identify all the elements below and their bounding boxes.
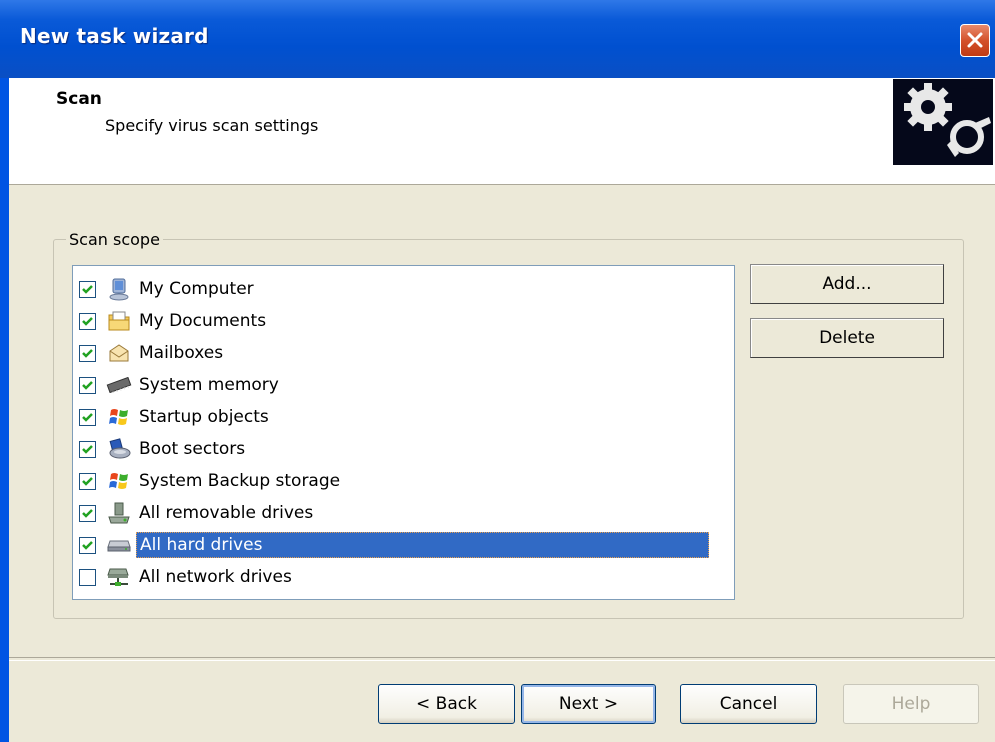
- checkmark-icon: [82, 316, 93, 326]
- list-item-all-network-drives[interactable]: All network drives: [79, 562, 295, 592]
- network-drive-icon: [106, 564, 132, 590]
- footer-divider: [9, 657, 995, 661]
- checkmark-icon: [82, 540, 93, 550]
- help-button[interactable]: Help: [843, 684, 979, 724]
- windows-flag-icon: [106, 468, 132, 494]
- checkbox[interactable]: [79, 504, 96, 522]
- list-item-all-hard-drives[interactable]: All hard drives: [79, 530, 709, 560]
- page-subtitle: Specify virus scan settings: [105, 116, 319, 135]
- window-title: New task wizard: [20, 24, 209, 48]
- list-item-system-memory[interactable]: System memory: [79, 370, 282, 400]
- hard-drive-icon: [106, 532, 132, 558]
- close-button[interactable]: [960, 24, 990, 57]
- checkmark-icon: [82, 284, 93, 294]
- checkbox[interactable]: [79, 280, 96, 298]
- delete-button[interactable]: Delete: [750, 318, 944, 358]
- checkbox[interactable]: [79, 472, 96, 490]
- boot-sector-icon: [106, 436, 132, 462]
- gears-icon: [893, 79, 993, 165]
- list-item-label: Mailboxes: [139, 343, 224, 363]
- removable-drive-icon: [106, 500, 132, 526]
- memory-chip-icon: [106, 372, 132, 398]
- back-button[interactable]: < Back: [378, 684, 515, 724]
- list-item-label: System Backup storage: [139, 471, 341, 491]
- checkmark-icon: [82, 508, 93, 518]
- list-item-label: Startup objects: [139, 407, 269, 427]
- list-item-mailboxes[interactable]: Mailboxes: [79, 338, 226, 368]
- list-item-label: All network drives: [139, 567, 292, 587]
- title-bar[interactable]: New task wizard: [0, 0, 995, 78]
- add-button[interactable]: Add...: [750, 264, 944, 304]
- window-left-border: [0, 78, 9, 742]
- list-item-my-computer[interactable]: My Computer: [79, 274, 257, 304]
- list-item-label: All hard drives: [136, 532, 709, 558]
- page-title: Scan: [56, 89, 102, 109]
- checkbox[interactable]: [79, 408, 96, 426]
- cancel-button[interactable]: Cancel: [680, 684, 817, 724]
- list-item-label: All removable drives: [139, 503, 314, 523]
- checkmark-icon: [82, 380, 93, 390]
- wizard-window: New task wizard Scan Specify virus scan …: [0, 0, 995, 742]
- checkbox[interactable]: [79, 376, 96, 394]
- list-item-label: My Computer: [139, 279, 254, 299]
- checkbox[interactable]: [79, 344, 96, 362]
- checkbox[interactable]: [79, 568, 96, 586]
- checkmark-icon: [82, 476, 93, 486]
- list-item-label: My Documents: [139, 311, 267, 331]
- list-item-system-backup-storage[interactable]: System Backup storage: [79, 466, 343, 496]
- checkmark-icon: [82, 348, 93, 358]
- documents-folder-icon: [106, 308, 132, 334]
- list-item-all-removable-drives[interactable]: All removable drives: [79, 498, 316, 528]
- scan-scope-list[interactable]: My Computer My Documents Mailboxes Syste…: [72, 265, 735, 600]
- checkmark-icon: [82, 444, 93, 454]
- wizard-header: Scan Specify virus scan settings: [9, 78, 995, 185]
- scan-scope-label: Scan scope: [66, 230, 163, 249]
- envelope-icon: [106, 340, 132, 366]
- next-button[interactable]: Next >: [521, 684, 656, 724]
- list-item-my-documents[interactable]: My Documents: [79, 306, 269, 336]
- checkbox[interactable]: [79, 440, 96, 458]
- list-item-label: Boot sectors: [139, 439, 246, 459]
- computer-icon: [106, 276, 132, 302]
- checkbox[interactable]: [79, 312, 96, 330]
- list-item-startup-objects[interactable]: Startup objects: [79, 402, 272, 432]
- list-item-label: System memory: [139, 375, 279, 395]
- checkmark-icon: [82, 412, 93, 422]
- windows-flag-icon: [106, 404, 132, 430]
- list-item-boot-sectors[interactable]: Boot sectors: [79, 434, 248, 464]
- checkbox[interactable]: [79, 536, 96, 554]
- close-icon: [967, 32, 983, 48]
